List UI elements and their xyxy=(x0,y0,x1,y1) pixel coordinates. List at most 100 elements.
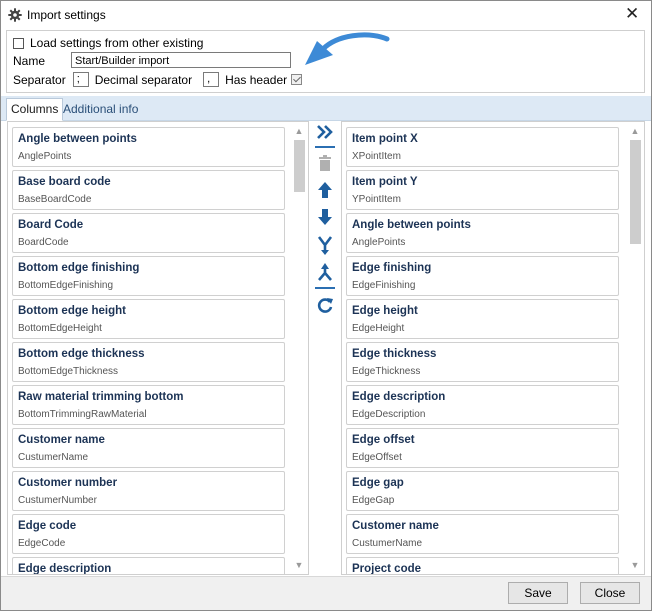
available-columns-panel: Angle between points AnglePoints Base boar… xyxy=(7,121,309,575)
column-item-code: BottomTrimmingRawMaterial xyxy=(18,409,147,420)
save-button[interactable]: Save xyxy=(508,582,568,604)
column-item[interactable]: Raw material trimming bottom BottomTrimmi… xyxy=(12,385,285,425)
column-item-code: AnglePoints xyxy=(18,151,72,162)
tab-bar: Columns Additional info xyxy=(1,96,651,121)
column-item-code: XPointItem xyxy=(352,151,401,162)
column-item-label: Customer number xyxy=(18,477,118,489)
column-item-code: BottomEdgeThickness xyxy=(18,366,119,377)
column-item[interactable]: Angle between points AnglePoints xyxy=(12,127,285,167)
column-item[interactable]: Customer name CustumerName xyxy=(346,514,619,554)
column-item-code: BoardCode xyxy=(18,237,69,248)
scroll-down-icon[interactable]: ▼ xyxy=(291,558,307,572)
column-item-label: Raw material trimming bottom xyxy=(18,391,184,403)
column-item-label: Angle between points xyxy=(352,219,471,231)
dialog-footer: Save Close xyxy=(1,576,651,610)
name-input[interactable]: Start/Builder import xyxy=(71,52,291,68)
load-settings-label: Load settings from other existing xyxy=(30,36,204,50)
column-item-code: CustumerName xyxy=(18,452,89,463)
window-title: Import settings xyxy=(27,8,106,22)
column-item[interactable]: Bottom edge thickness BottomEdgeThickness xyxy=(12,342,285,382)
separator-row: Separator ; Decimal separator , Has head… xyxy=(13,72,303,87)
column-item-label: Board Code xyxy=(18,219,84,231)
column-item[interactable]: Edge description EdgeDescription xyxy=(346,385,619,425)
column-item-label: Edge code xyxy=(18,520,77,532)
separator-input[interactable]: ; xyxy=(72,72,89,87)
move-up-icon[interactable] xyxy=(314,179,336,201)
column-item-label: Angle between points xyxy=(18,133,137,145)
scroll-up-icon[interactable]: ▲ xyxy=(627,124,643,138)
column-item-code: EdgeOffset xyxy=(352,452,402,463)
column-item-code: BottomEdgeHeight xyxy=(18,323,102,334)
has-header-checkbox[interactable] xyxy=(291,74,303,85)
column-item[interactable]: Project code xyxy=(346,557,619,575)
column-item-label: Bottom edge finishing xyxy=(18,262,140,274)
decimal-separator-input[interactable]: , xyxy=(203,72,220,87)
column-item-code: EdgeGap xyxy=(352,495,395,506)
column-item-code: CustumerNumber xyxy=(18,495,97,506)
close-icon[interactable]: ✕ xyxy=(625,4,639,24)
column-item-code: AnglePoints xyxy=(352,237,406,248)
scroll-thumb[interactable] xyxy=(294,140,305,192)
column-item[interactable]: Edge code EdgeCode xyxy=(12,514,285,554)
selected-columns-scrollbar[interactable]: ▲ ▼ xyxy=(627,122,643,574)
column-item-code: YPointItem xyxy=(352,194,401,205)
move-all-right-icon[interactable] xyxy=(314,121,336,143)
column-item[interactable]: Item point Y YPointItem xyxy=(346,170,619,210)
column-item[interactable]: Edge finishing EdgeFinishing xyxy=(346,256,619,296)
column-item-label: Base board code xyxy=(18,176,111,188)
name-row: Name xyxy=(13,54,45,68)
column-item[interactable]: Bottom edge height BottomEdgeHeight xyxy=(12,299,285,339)
column-item-code: EdgeThickness xyxy=(352,366,421,377)
column-item[interactable]: Edge offset EdgeOffset xyxy=(346,428,619,468)
close-button[interactable]: Close xyxy=(580,582,640,604)
scroll-up-icon[interactable]: ▲ xyxy=(291,124,307,138)
column-item-label: Edge finishing xyxy=(352,262,432,274)
has-header-label: Has header xyxy=(225,72,288,87)
column-item[interactable]: Item point X XPointItem xyxy=(346,127,619,167)
column-item[interactable]: Edge description xyxy=(12,557,285,575)
column-item[interactable]: Customer number CustumerNumber xyxy=(12,471,285,511)
import-settings-dialog: Import settings ✕ Load settings from oth… xyxy=(0,0,652,611)
scroll-thumb[interactable] xyxy=(630,140,641,244)
column-item-code: EdgeCode xyxy=(18,538,66,549)
refresh-icon[interactable] xyxy=(314,294,336,316)
column-item[interactable]: Board Code BoardCode xyxy=(12,213,285,253)
column-item-label: Project code xyxy=(352,563,422,575)
name-label: Name xyxy=(13,54,46,68)
column-item-code: CustumerName xyxy=(352,538,423,549)
load-settings-checkbox[interactable] xyxy=(13,37,24,49)
available-columns-scrollbar[interactable]: ▲ ▼ xyxy=(291,122,307,574)
column-item-code: BaseBoardCode xyxy=(18,194,92,205)
toolbar-separator xyxy=(315,146,335,148)
merge-icon[interactable] xyxy=(314,234,336,256)
column-item-code: EdgeHeight xyxy=(352,323,405,334)
column-item-label: Edge thickness xyxy=(352,348,437,360)
column-item[interactable]: Edge thickness EdgeThickness xyxy=(346,342,619,382)
column-item[interactable]: Edge gap EdgeGap xyxy=(346,471,619,511)
column-item-label: Bottom edge thickness xyxy=(18,348,145,360)
column-item-code: EdgeFinishing xyxy=(352,280,416,291)
column-item-label: Item point X xyxy=(352,133,418,145)
tab-columns[interactable]: Columns xyxy=(6,98,64,121)
decimal-separator-label: Decimal separator xyxy=(94,72,193,87)
delete-icon[interactable] xyxy=(314,152,336,174)
column-item[interactable]: Angle between points AnglePoints xyxy=(346,213,619,253)
scroll-down-icon[interactable]: ▼ xyxy=(627,558,643,572)
callout-arrow-icon xyxy=(305,32,390,65)
column-item-code: BottomEdgeFinishing xyxy=(18,280,114,291)
column-item-label: Bottom edge height xyxy=(18,305,126,317)
toolbar-separator xyxy=(315,287,335,289)
split-icon[interactable] xyxy=(314,261,336,283)
column-item-label: Edge description xyxy=(18,563,112,575)
column-item-label: Item point Y xyxy=(352,176,418,188)
tab-additional-info[interactable]: Additional info xyxy=(59,99,142,119)
column-item-code: EdgeDescription xyxy=(352,409,426,420)
column-item-label: Edge gap xyxy=(352,477,404,489)
column-item[interactable]: Customer name CustumerName xyxy=(12,428,285,468)
column-item-label: Customer name xyxy=(352,520,439,532)
column-item[interactable]: Edge height EdgeHeight xyxy=(346,299,619,339)
column-item[interactable]: Base board code BaseBoardCode xyxy=(12,170,285,210)
column-item[interactable]: Bottom edge finishing BottomEdgeFinishing xyxy=(12,256,285,296)
column-item-label: Edge description xyxy=(352,391,446,403)
move-down-icon[interactable] xyxy=(314,206,336,228)
